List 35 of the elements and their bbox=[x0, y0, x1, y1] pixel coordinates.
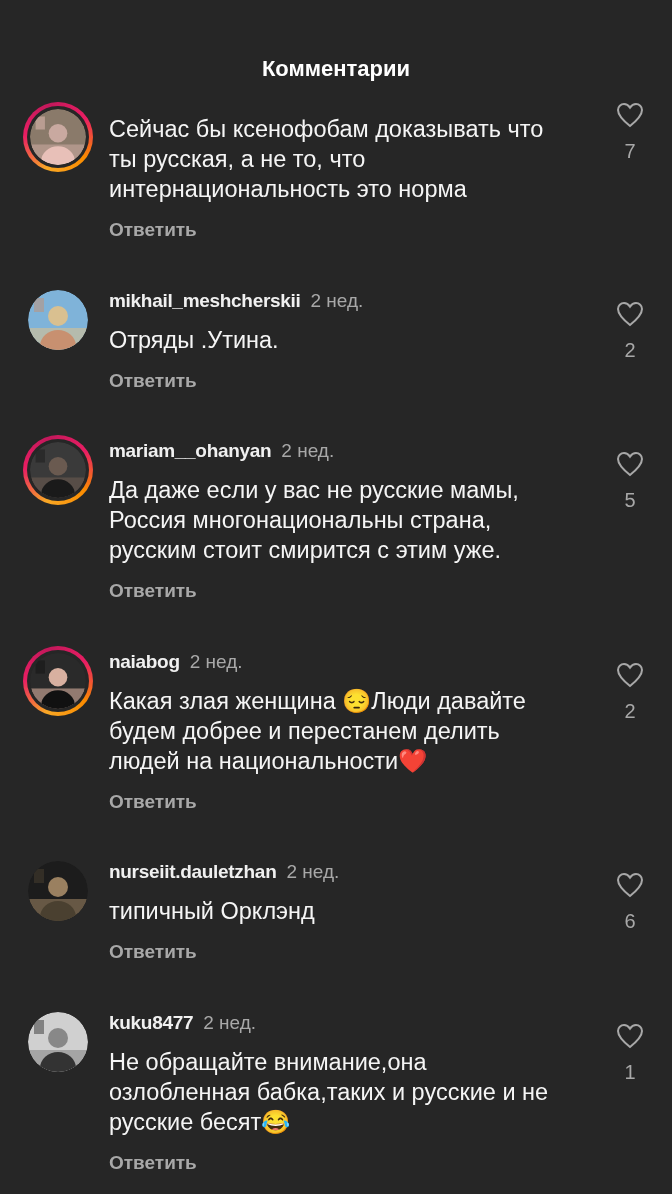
comment-time: 2 нед. bbox=[189, 649, 243, 674]
heart-icon[interactable] bbox=[616, 1022, 644, 1049]
comment-time: 2 нед. bbox=[310, 288, 364, 313]
reply-link[interactable]: Ответить bbox=[109, 366, 197, 395]
comment-text: Да даже если у вас не русские мамы, Россия многонациональны страна, русским стоит смирится с этим уже. bbox=[109, 476, 520, 565]
heart-icon[interactable] bbox=[616, 872, 644, 898]
heart-icon[interactable] bbox=[616, 300, 644, 327]
reply-link[interactable]: Ответить bbox=[109, 216, 197, 245]
comment-text: Не обращайте внимание,она озлобленная бабка,таких и русские и не русские бесят😂 bbox=[109, 1047, 550, 1137]
reply-link[interactable]: Ответить bbox=[109, 787, 197, 816]
like-count: 6 bbox=[624, 909, 636, 934]
comment-time: 2 нед. bbox=[203, 1010, 257, 1035]
username[interactable]: nurseiit.dauletzhan bbox=[109, 858, 277, 887]
comment-text: Какая злая женщина 😔Люди давайте будем добрее и перестанем делить людей на национальности❤ bbox=[109, 686, 527, 776]
screen-title: Комментарии bbox=[261, 54, 411, 83]
like-count: 5 bbox=[624, 488, 636, 513]
reply-link[interactable]: Ответить bbox=[109, 1148, 197, 1177]
comment-text: Отряды .Утина. bbox=[109, 325, 280, 355]
comment-time: 2 нед. bbox=[286, 860, 340, 884]
like-count: 1 bbox=[624, 1059, 636, 1085]
heart-icon[interactable] bbox=[616, 451, 644, 477]
like-count: 2 bbox=[624, 337, 636, 363]
heart-icon[interactable] bbox=[616, 661, 644, 688]
comment-text: Сейчас бы ксенофобам доказывать что ты русская, а не то, что интернациональность это норма bbox=[109, 115, 545, 204]
username[interactable]: naiabog bbox=[109, 647, 180, 676]
username[interactable]: kuku8477 bbox=[109, 1008, 194, 1037]
comment-text: типичный Орклэнд bbox=[109, 897, 316, 926]
username[interactable]: mikhail_meshcherskii bbox=[109, 286, 301, 315]
heart-icon[interactable] bbox=[616, 102, 644, 128]
like-count: 7 bbox=[624, 139, 636, 164]
like-count: 2 bbox=[624, 698, 636, 724]
reply-link[interactable]: Ответить bbox=[109, 577, 197, 606]
username[interactable]: mariam__ohanyan bbox=[109, 437, 272, 466]
reply-link[interactable]: Ответить bbox=[109, 938, 197, 967]
comment-time: 2 нед. bbox=[281, 439, 335, 463]
